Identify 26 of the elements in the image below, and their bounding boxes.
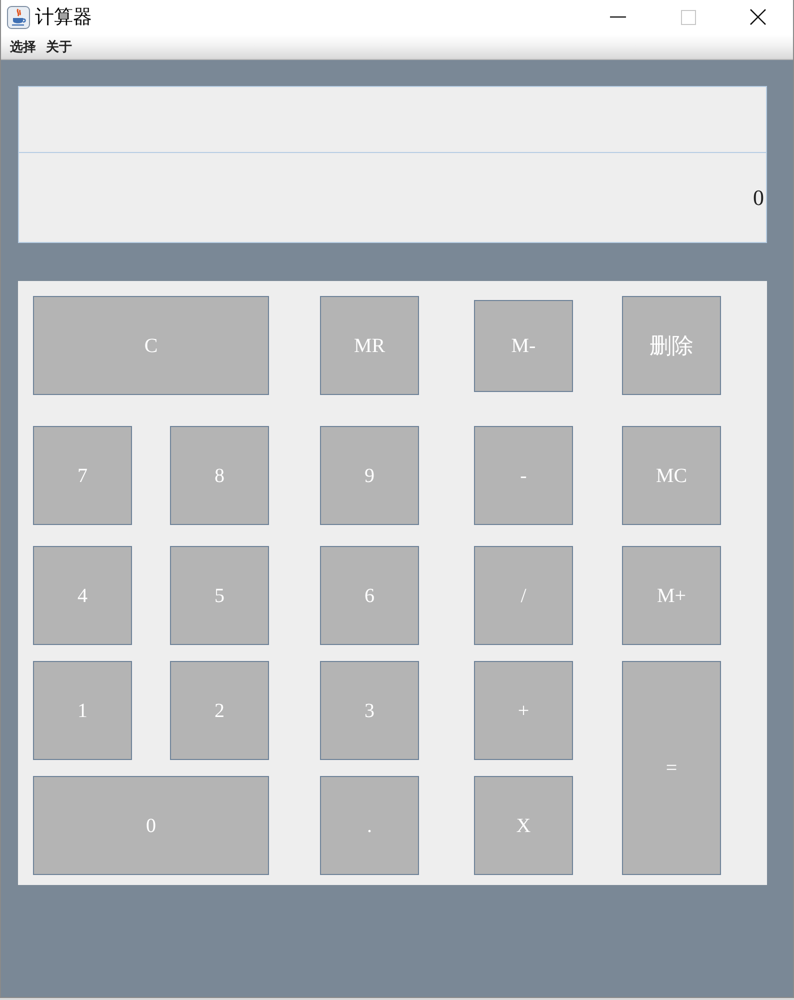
calculator-key[interactable]: 3	[320, 661, 419, 760]
calculator-key[interactable]: 1	[33, 661, 132, 760]
calculator-key[interactable]: X	[474, 776, 573, 875]
calculator-key[interactable]: -	[474, 426, 573, 525]
calculator-key[interactable]: /	[474, 546, 573, 645]
calculator-key[interactable]: +	[474, 661, 573, 760]
calculator-key[interactable]: MC	[622, 426, 721, 525]
coffee-cup-icon	[7, 6, 30, 28]
calculator-key[interactable]: 5	[170, 546, 269, 645]
calculator-key[interactable]: 0	[33, 776, 269, 875]
menu-item[interactable]: 选择	[5, 34, 41, 60]
calculator-key[interactable]: 2	[170, 661, 269, 760]
window-title: 计算器	[35, 8, 92, 26]
calculator-key[interactable]: 4	[33, 546, 132, 645]
calculator-key[interactable]: C	[33, 296, 269, 395]
calculator-key[interactable]: =	[622, 661, 721, 875]
menu-item[interactable]: 关于	[41, 34, 77, 60]
calculator-key[interactable]: .	[320, 776, 419, 875]
calculator-key[interactable]: 6	[320, 546, 419, 645]
calculator-key[interactable]: 7	[33, 426, 132, 525]
calculator-key[interactable]: MR	[320, 296, 419, 395]
calculator-key[interactable]: 9	[320, 426, 419, 525]
calculator-key[interactable]: M+	[622, 546, 721, 645]
calculator-key[interactable]: 删除	[622, 296, 721, 395]
calculator-key[interactable]: M-	[474, 300, 573, 392]
calculator-key[interactable]: 8	[170, 426, 269, 525]
